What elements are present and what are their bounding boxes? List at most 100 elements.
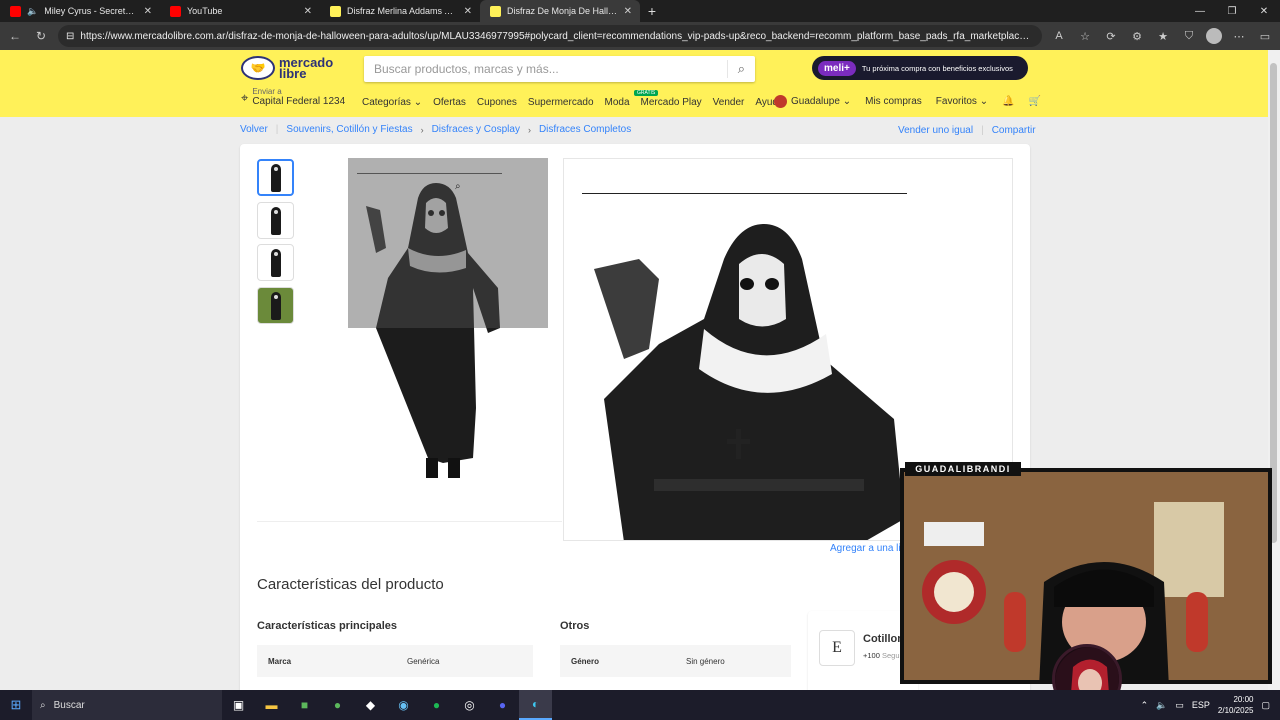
share-link[interactable]: Compartir	[992, 125, 1036, 136]
nav-mercado-play[interactable]: Mercado Play	[641, 97, 702, 108]
add-to-list-link[interactable]: Agregar a una lis	[830, 543, 906, 554]
discord-icon[interactable]: ●	[486, 690, 519, 720]
clock[interactable]: 20:00 2/10/2025	[1218, 694, 1254, 716]
user-nav: Guadalupe ⌄ Mis compras Favoritos ⌄ 🔔 🛒	[774, 95, 1041, 108]
separator: |	[981, 125, 984, 136]
xbox-icon[interactable]: ●	[321, 690, 354, 720]
shield-icon[interactable]: ⛉	[1180, 30, 1198, 43]
divider	[257, 521, 562, 522]
breadcrumb-item[interactable]: Souvenirs, Cotillón y Fiestas	[286, 124, 412, 135]
favorites-menu[interactable]: Favoritos ⌄	[936, 96, 988, 107]
volume-icon[interactable]: 🔈	[1156, 700, 1167, 711]
nun-thumb	[270, 291, 281, 320]
taskbar-search[interactable]: ⌕ Buscar	[32, 690, 222, 720]
back-link[interactable]: Volver	[240, 124, 268, 135]
chevron-up-icon[interactable]: ⌃	[1141, 700, 1149, 711]
search-icon: ⌕	[40, 699, 46, 711]
minimize-icon[interactable]: —	[1184, 0, 1216, 22]
nav-categorias[interactable]: Categorías ⌄	[362, 97, 422, 108]
favorite-star-icon[interactable]: ☆	[1076, 30, 1094, 43]
extensions-icon[interactable]: ⚙	[1128, 30, 1146, 43]
clock-date: 2/10/2025	[1217, 706, 1254, 715]
thumbnail-image[interactable]	[257, 159, 294, 196]
breadcrumb-item[interactable]: Disfraces Completos	[539, 124, 631, 135]
close-icon[interactable]: ✕	[144, 6, 152, 17]
browser-tab-active[interactable]: Disfraz De Monja De Halloween P ✕	[480, 0, 640, 22]
read-aloud-icon[interactable]: A	[1050, 30, 1068, 42]
sidebar-icon[interactable]: ▭	[1256, 30, 1274, 43]
obs-icon[interactable]: ◎	[453, 690, 486, 720]
close-icon[interactable]: ✕	[304, 6, 312, 17]
favorites-icon[interactable]: ★	[1154, 30, 1172, 43]
profile-avatar[interactable]	[1206, 28, 1222, 44]
breadcrumb: Volver | Souvenirs, Cotillón y Fiestas ›…	[240, 124, 631, 135]
seller-name[interactable]: Cotillon	[863, 633, 904, 645]
meli-plus-text: Tu próxima compra con beneficios exclusi…	[861, 63, 1013, 73]
refresh-icon[interactable]: ↻	[32, 29, 50, 43]
search-icon[interactable]: ⌕	[738, 61, 745, 77]
spotify-icon[interactable]: ●	[420, 690, 453, 720]
sync-icon[interactable]: ⟳	[1102, 30, 1120, 43]
thumbnail-image[interactable]	[257, 202, 294, 239]
separator: |	[275, 124, 279, 135]
thumbnail-image[interactable]	[257, 244, 294, 281]
mercadolibre-logo[interactable]: 🤝 mercado libre	[241, 56, 333, 80]
shipping-location[interactable]: ⌖ Enviar a Capital Federal 1234	[241, 87, 345, 108]
search-input[interactable]: Buscar productos, marcas y más... ⌕	[364, 56, 755, 82]
edge-icon[interactable]: ◐	[519, 690, 552, 720]
seller-logo[interactable]: E	[819, 630, 855, 666]
file-explorer-icon[interactable]: ▬	[255, 690, 288, 720]
my-purchases-link[interactable]: Mis compras	[865, 96, 922, 107]
other-characteristics-title: Otros	[560, 620, 590, 632]
close-window-icon[interactable]: ✕	[1248, 0, 1280, 22]
cart-icon[interactable]: 🛒	[1029, 96, 1041, 107]
new-tab-button[interactable]: +	[640, 0, 664, 22]
spec-key: Marca	[268, 656, 292, 666]
url-text: https://www.mercadolibre.com.ar/disfraz-…	[80, 30, 1034, 42]
tab-title: Disfraz Merlina Addams Adulto C	[347, 6, 458, 16]
sell-similar-link[interactable]: Vender uno igual	[898, 125, 973, 136]
nav-vender[interactable]: Vender	[713, 97, 745, 108]
chevron-right-icon: ›	[420, 124, 424, 135]
handshake-icon: 🤝	[241, 56, 275, 80]
tab-title: Disfraz De Monja De Halloween P	[507, 6, 618, 16]
task-view-icon[interactable]: ▣	[222, 690, 255, 720]
zoom-lens[interactable]	[348, 158, 548, 328]
url-field[interactable]: ⊟ https://www.mercadolibre.com.ar/disfra…	[58, 25, 1042, 47]
language-indicator[interactable]: ESP	[1192, 700, 1210, 710]
browser-tab[interactable]: Disfraz Merlina Addams Adulto C ✕	[320, 0, 480, 22]
restore-icon[interactable]: ❐	[1216, 0, 1248, 22]
taskbar-search-text: Buscar	[53, 699, 85, 711]
zoom-panel-line	[582, 193, 907, 194]
thumbnail-image[interactable]	[257, 287, 294, 324]
nav-ofertas[interactable]: Ofertas	[433, 97, 466, 108]
user-menu[interactable]: Guadalupe ⌄	[774, 95, 851, 108]
back-icon[interactable]: ←	[6, 29, 24, 43]
site-info-icon[interactable]: ⊟	[66, 31, 74, 42]
network-icon[interactable]: ▭	[1175, 700, 1184, 711]
browser-tab[interactable]: 🔈 Miley Cyrus - Secrets (Officia ✕	[0, 0, 160, 22]
breadcrumb-item[interactable]: Disfraces y Cosplay	[432, 124, 520, 135]
spec-row: Género Sin género	[560, 645, 791, 677]
speaker-icon[interactable]: 🔈	[27, 6, 38, 17]
notifications-icon[interactable]: ▢	[1261, 700, 1270, 711]
location-value: Capital Federal 1234	[252, 96, 346, 107]
site-header: 🤝 mercado libre Buscar productos, marcas …	[0, 50, 1268, 117]
minecraft-icon[interactable]: ■	[288, 690, 321, 720]
bell-icon[interactable]: 🔔	[1002, 96, 1014, 107]
epic-games-icon[interactable]: ◆	[354, 690, 387, 720]
nav-cupones[interactable]: Cupones	[477, 97, 517, 108]
search-placeholder: Buscar productos, marcas y más...	[374, 62, 559, 76]
zoom-lens-line	[357, 173, 502, 174]
nav-supermercado[interactable]: Supermercado	[528, 97, 594, 108]
windows-start-icon[interactable]: ⊞	[0, 697, 32, 713]
meli-plus-banner[interactable]: meli+ Tu próxima compra con beneficios e…	[812, 56, 1028, 80]
close-icon[interactable]: ✕	[464, 6, 472, 17]
browser-tab[interactable]: YouTube ✕	[160, 0, 320, 22]
main-nav: Categorías ⌄ Ofertas Cupones Supermercad…	[362, 90, 784, 108]
steam-icon[interactable]: ◉	[387, 690, 420, 720]
more-icon[interactable]: ⋯	[1230, 30, 1248, 43]
characteristics-title: Características del producto	[257, 576, 444, 593]
nav-moda[interactable]: Moda	[605, 97, 630, 108]
close-icon[interactable]: ✕	[624, 6, 632, 17]
